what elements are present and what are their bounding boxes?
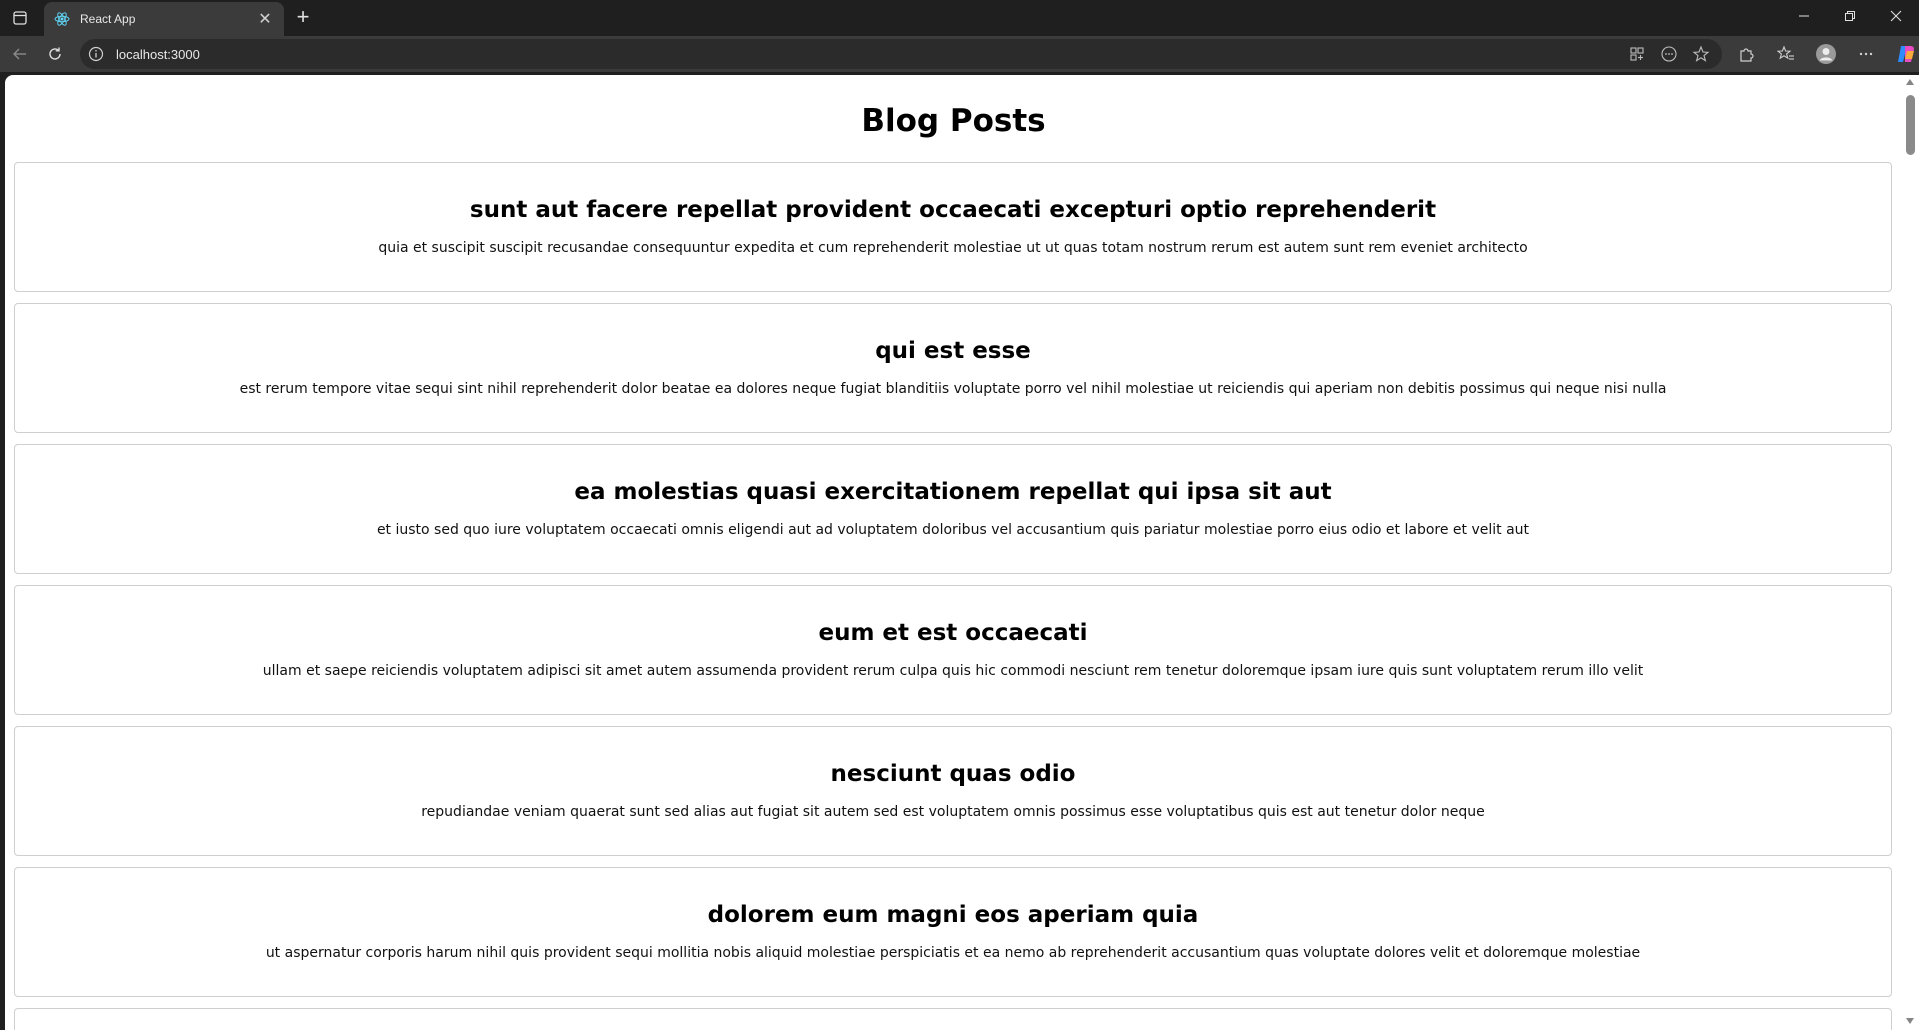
restore-icon[interactable] bbox=[1827, 0, 1873, 32]
post-card bbox=[14, 1008, 1892, 1030]
page-title: Blog Posts bbox=[861, 103, 1046, 139]
post-body: est rerum tempore vitae sequi sint nihil… bbox=[239, 381, 1667, 397]
post-title: dolorem eum magni eos aperiam quia bbox=[707, 902, 1199, 928]
post-body: ullam et saepe reiciendis voluptatem adi… bbox=[262, 663, 1644, 679]
post-title: eum et est occaecati bbox=[818, 620, 1088, 646]
tab-title: React App bbox=[80, 12, 136, 26]
scroll-down-arrow-icon[interactable] bbox=[1906, 1018, 1914, 1024]
profile-avatar-icon[interactable] bbox=[1813, 42, 1839, 66]
post-card: sunt aut facere repellat provident occae… bbox=[14, 162, 1892, 292]
favorites-icon[interactable] bbox=[1773, 42, 1799, 66]
post-title: qui est esse bbox=[875, 338, 1031, 364]
window-controls bbox=[1781, 0, 1919, 32]
post-card: nesciunt quas odio repudiandae veniam qua… bbox=[14, 726, 1892, 856]
post-card: qui est esse est rerum tempore vitae sequ… bbox=[14, 303, 1892, 433]
post-body: quia et suscipit suscipit recusandae con… bbox=[378, 240, 1528, 256]
scroll-up-arrow-icon[interactable] bbox=[1906, 79, 1914, 85]
close-tab-icon[interactable]: ✕ bbox=[256, 9, 274, 29]
post-title: ea molestias quasi exercitationem repell… bbox=[574, 479, 1332, 505]
post-title: nesciunt quas odio bbox=[830, 761, 1076, 787]
react-logo-icon bbox=[54, 12, 70, 26]
minimize-icon[interactable] bbox=[1781, 0, 1827, 32]
post-body: et iusto sed quo iure voluptatem occaeca… bbox=[376, 522, 1530, 538]
more-options-circle-icon[interactable] bbox=[1658, 43, 1680, 65]
extensions-icon[interactable] bbox=[1733, 42, 1759, 66]
close-window-icon[interactable] bbox=[1873, 0, 1919, 32]
url-text[interactable]: localhost:3000 bbox=[116, 47, 1626, 62]
copilot-icon[interactable] bbox=[1893, 42, 1919, 66]
browser-title-bar: React App ✕ + bbox=[0, 0, 1919, 36]
reload-icon[interactable] bbox=[43, 42, 67, 66]
post-title: sunt aut facere repellat provident occae… bbox=[469, 197, 1437, 223]
browser-toolbar: localhost:3000 bbox=[0, 36, 1919, 72]
address-bar[interactable]: localhost:3000 bbox=[80, 39, 1722, 69]
post-body: ut aspernatur corporis harum nihil quis … bbox=[265, 945, 1641, 961]
post-card: eum et est occaecati ullam et saepe reici… bbox=[14, 585, 1892, 715]
post-list: sunt aut facere repellat provident occae… bbox=[14, 162, 1892, 1030]
favorite-star-icon[interactable] bbox=[1690, 43, 1712, 65]
vertical-scrollbar[interactable] bbox=[1902, 75, 1919, 1030]
sidebar-toggle-icon[interactable] bbox=[8, 6, 32, 30]
settings-more-icon[interactable] bbox=[1853, 42, 1879, 66]
page-viewport: Blog Posts sunt aut facere repellat prov… bbox=[5, 75, 1902, 1030]
browser-tab[interactable]: React App ✕ bbox=[44, 2, 284, 36]
post-body: repudiandae veniam quaerat sunt sed alia… bbox=[421, 804, 1485, 820]
new-tab-button[interactable]: + bbox=[290, 5, 316, 31]
post-card: dolorem eum magni eos aperiam quia ut asp… bbox=[14, 867, 1892, 997]
post-card: ea molestias quasi exercitationem repell… bbox=[14, 444, 1892, 574]
back-arrow-icon[interactable] bbox=[8, 42, 32, 66]
site-info-icon[interactable] bbox=[88, 46, 104, 62]
scroll-thumb[interactable] bbox=[1906, 95, 1915, 155]
app-available-icon[interactable] bbox=[1626, 43, 1648, 65]
